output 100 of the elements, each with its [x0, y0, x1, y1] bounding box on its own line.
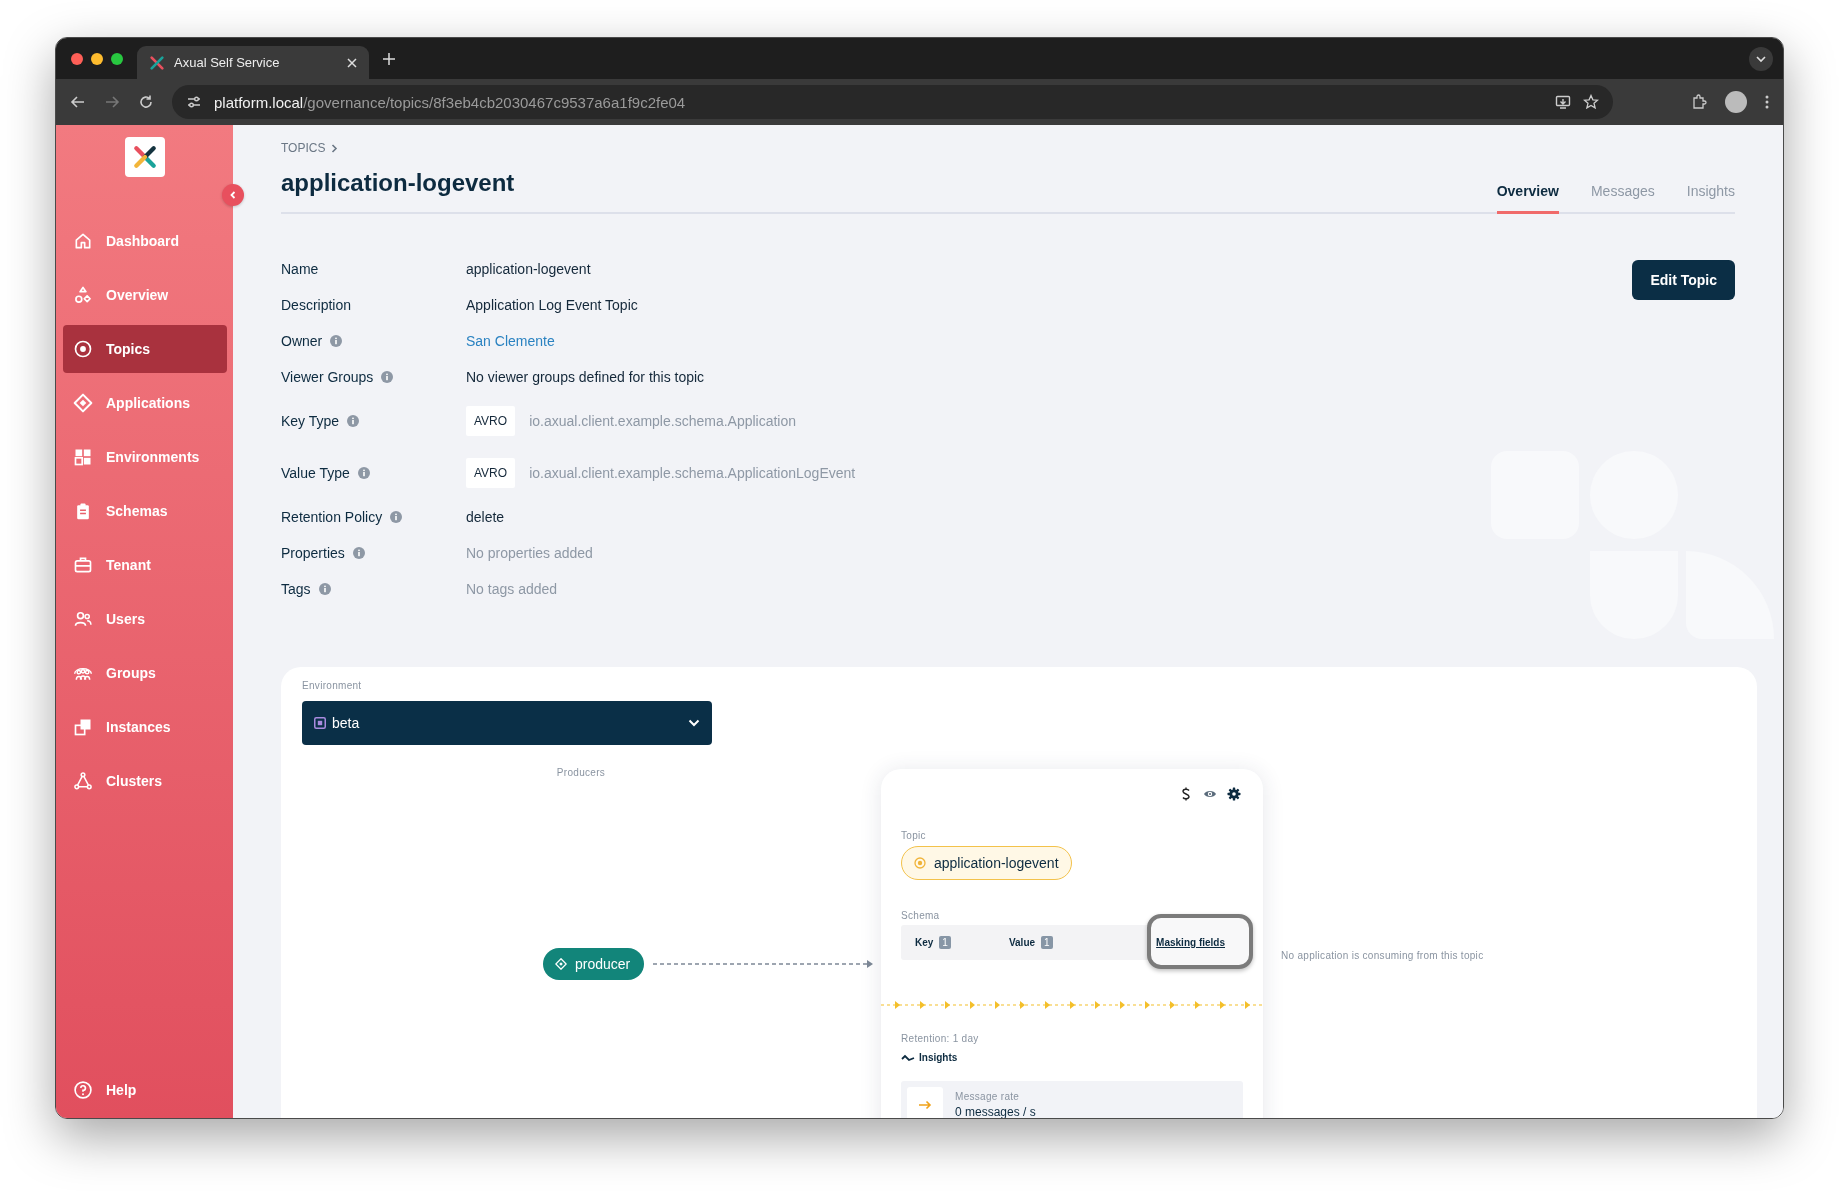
chevron-down-icon [1756, 53, 1766, 64]
detail-label: Retention Policy [281, 509, 383, 525]
sidebar-item[interactable]: Instances [63, 703, 227, 751]
chevron-left-icon [229, 191, 237, 199]
detail-label: Tags [281, 581, 311, 597]
users-icon [73, 609, 93, 629]
profile-avatar[interactable] [1725, 91, 1747, 113]
sidebar-item[interactable]: Schemas [63, 487, 227, 535]
page-title: application-logevent [281, 169, 516, 197]
insights-link[interactable]: Insights [901, 1052, 1243, 1063]
retention-text: Retention: 1 day [901, 1033, 980, 1044]
help-item[interactable]: Help [63, 1066, 227, 1114]
sidebar-item[interactable]: Clusters [63, 757, 227, 805]
detail-label: Name [281, 261, 319, 277]
detail-value: application-logevent [466, 261, 591, 277]
info-icon[interactable] [352, 547, 365, 559]
environment-icon [314, 717, 326, 729]
chevron-down-icon [688, 719, 700, 727]
message-rate-label: Message rate [955, 1091, 1021, 1102]
sidebar-item[interactable]: Users [63, 595, 227, 643]
message-rate-value: 0 messages / s [955, 1105, 1036, 1118]
info-icon[interactable] [330, 335, 343, 347]
count-badge: 1 [939, 936, 951, 949]
edit-topic-button[interactable]: Edit Topic [1632, 260, 1735, 300]
value-label: Value [1008, 937, 1036, 948]
site-settings-icon[interactable] [186, 94, 202, 110]
info-icon[interactable] [357, 467, 370, 479]
owner-link[interactable]: San Clemente [466, 333, 555, 349]
arrow-right-icon [918, 1100, 932, 1110]
masking-fields-link[interactable]: Masking fields [1156, 937, 1225, 948]
menu-icon[interactable] [1765, 94, 1769, 110]
chevron-right-icon [331, 143, 339, 153]
x-logo-icon [131, 144, 158, 170]
sidebar-item[interactable]: Overview [63, 271, 227, 319]
sidebar-item[interactable]: Environments [63, 433, 227, 481]
forward-icon[interactable] [104, 94, 120, 110]
no-consumers-text: No application is consuming from this topic [1281, 950, 1484, 961]
info-icon[interactable] [390, 511, 403, 523]
help-icon [73, 1080, 93, 1100]
topic-label: Topic [901, 830, 927, 841]
close-window-button[interactable] [71, 52, 83, 65]
triangle-nodes-icon [73, 771, 93, 791]
detail-label: Properties [281, 545, 345, 561]
tab-menu-button[interactable] [1749, 46, 1773, 71]
app-logo[interactable] [124, 137, 165, 177]
producer-node[interactable]: producer [543, 948, 645, 980]
detail-value: No viewer groups defined for this topic [466, 369, 705, 385]
briefcase-icon [73, 555, 93, 575]
sidebar-item[interactable]: Applications [63, 379, 227, 427]
back-icon[interactable] [70, 94, 86, 110]
format-badge: AVRO [466, 458, 516, 488]
detail-value: No tags added [466, 581, 558, 597]
detail-label: Description [281, 297, 352, 313]
info-icon[interactable] [318, 583, 331, 595]
breadcrumb-link[interactable]: TOPICS [281, 141, 326, 155]
detail-value: Application Log Event Topic [466, 297, 638, 313]
sidebar-item[interactable]: Groups [63, 649, 227, 697]
detail-label: Key Type [281, 413, 340, 429]
target-icon [914, 857, 926, 869]
page-tab[interactable]: Overview [1496, 183, 1559, 214]
diamond-icon [555, 958, 567, 970]
browser-tab[interactable]: Axual Self Service [137, 46, 369, 79]
x-logo-icon [149, 54, 165, 71]
puzzle-icon[interactable] [1691, 94, 1707, 110]
address-bar[interactable]: platform.local/governance/topics/8f3eb4cb2030467c9537a6a1f9c2fe04 [172, 85, 1613, 119]
grid-icon [73, 447, 93, 467]
page-tab[interactable]: Messages [1590, 183, 1655, 214]
reload-icon[interactable] [138, 94, 154, 110]
schema-class-name: io.axual.client.example.schema.Application [529, 413, 797, 429]
settings-icon[interactable] [1227, 787, 1241, 801]
diamond-icon [73, 393, 93, 413]
page-tab[interactable]: Insights [1686, 183, 1735, 214]
info-icon[interactable] [381, 371, 394, 383]
tab-title: Axual Self Service [174, 55, 281, 70]
sidebar-item[interactable]: Dashboard [63, 217, 227, 265]
home-icon [73, 231, 93, 251]
close-icon[interactable] [347, 57, 357, 68]
detail-label: Owner [281, 333, 323, 349]
detail-label: Value Type [281, 465, 350, 481]
info-icon[interactable] [347, 415, 360, 427]
count-badge: 1 [1041, 936, 1053, 949]
install-app-icon[interactable] [1555, 94, 1571, 110]
shapes-icon [73, 285, 93, 305]
environment-label: Environment [302, 680, 362, 691]
target-icon [73, 339, 93, 359]
star-icon[interactable] [1583, 94, 1599, 110]
minimize-window-button[interactable] [91, 52, 103, 65]
squares-icon [73, 717, 93, 737]
topic-pill[interactable]: application-logevent [901, 846, 1072, 880]
sidebar-item[interactable]: Tenant [63, 541, 227, 589]
schema-label: Schema [901, 910, 941, 921]
format-badge: AVRO [466, 406, 516, 436]
detail-value: delete [466, 509, 505, 525]
new-tab-icon[interactable] [383, 52, 395, 65]
trend-line-icon [901, 1053, 915, 1062]
detail-value: No properties added [466, 545, 593, 561]
sidebar-item[interactable]: Topics [63, 325, 227, 373]
maximize-window-button[interactable] [111, 52, 123, 65]
url-text: platform.local/governance/topics/8f3eb4cb2030467c9537a6a1f9c2fe04 [214, 93, 687, 111]
environment-dropdown[interactable]: beta [302, 701, 712, 745]
